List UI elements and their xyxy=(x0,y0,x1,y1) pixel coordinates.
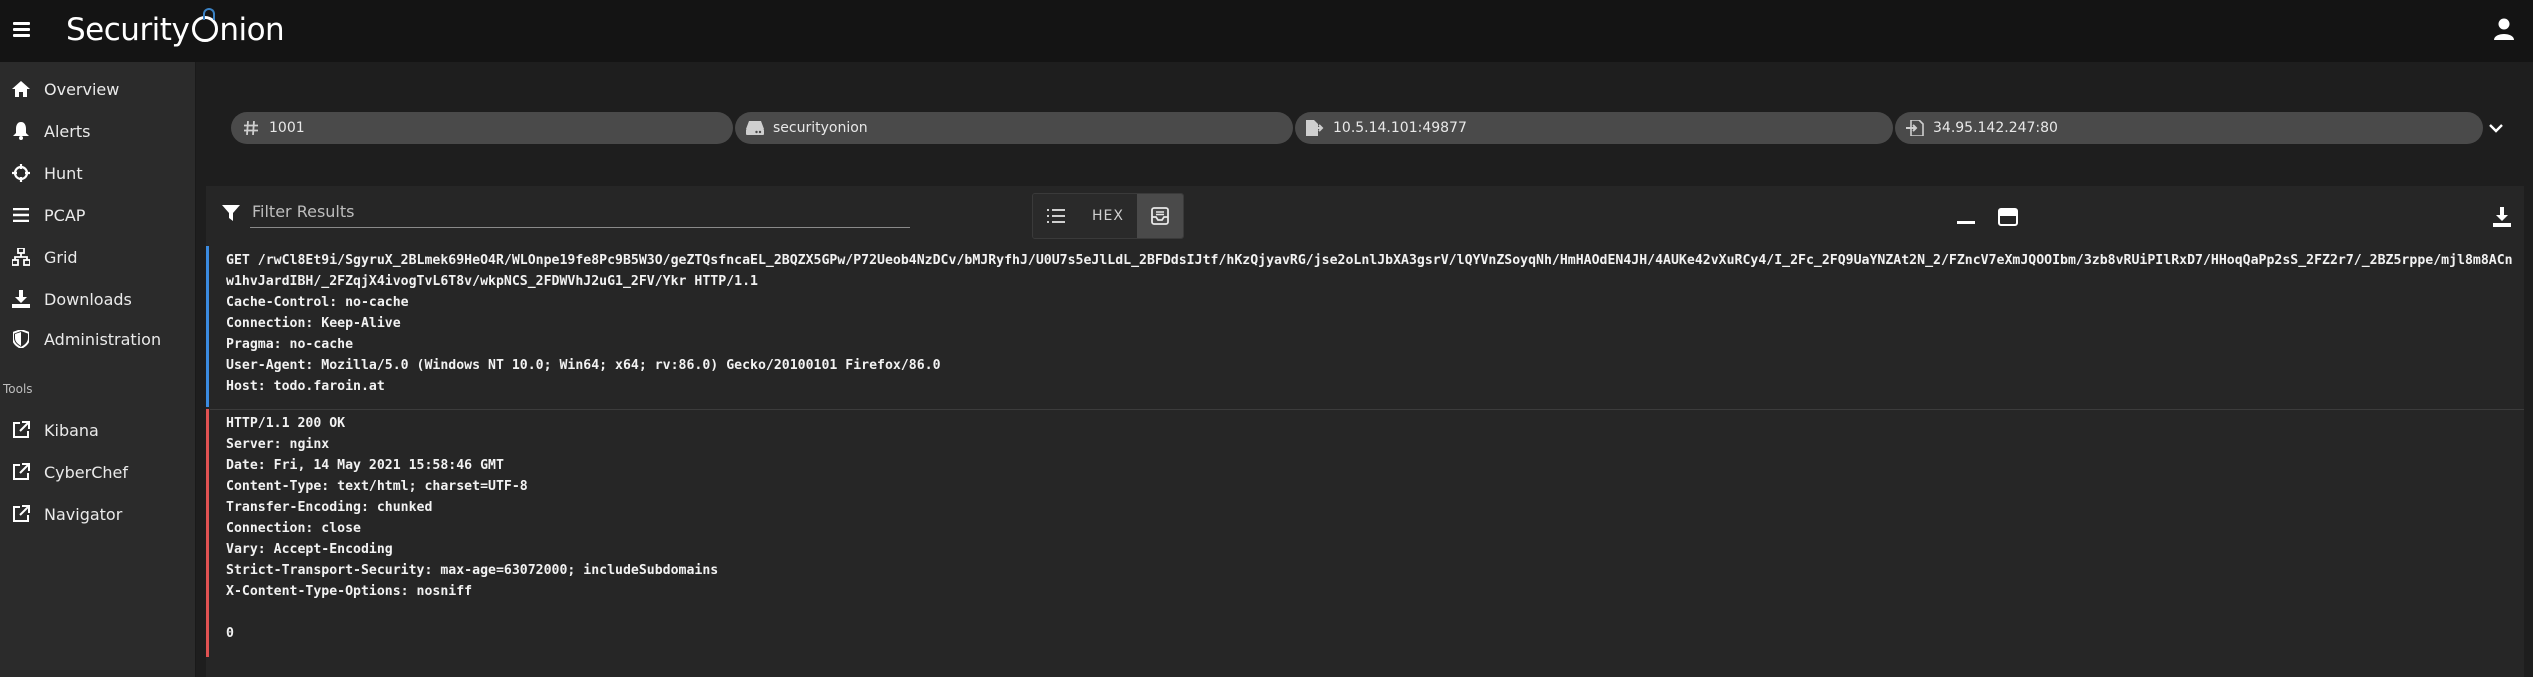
sidebar-item-alerts[interactable]: Alerts xyxy=(0,113,196,149)
sidebar-item-label: CyberChef xyxy=(44,462,129,482)
server-icon xyxy=(745,118,765,138)
response-header: Content-Type: text/html; charset=UTF-8 xyxy=(226,479,528,494)
request-header: Connection: Keep-Alive xyxy=(226,316,401,331)
sidebar-item-label: Kibana xyxy=(44,420,99,440)
filter-results-input[interactable] xyxy=(250,196,910,228)
hash-icon xyxy=(241,118,261,138)
response-header: Transfer-Encoding: chunked xyxy=(226,500,433,515)
response-header: Vary: Accept-Encoding xyxy=(226,542,393,557)
session-chips: 1001 securityonion 10.5.14.101:49877 34.… xyxy=(231,112,2511,144)
response-body: 0 xyxy=(226,626,234,641)
window-icon[interactable] xyxy=(1996,206,2020,228)
request-line: GET /rwCl8Et9i/SgyruX_2BLmek69HeO4R/WLOn… xyxy=(226,253,2513,289)
request-header: Cache-Control: no-cache xyxy=(226,295,409,310)
sidebar-item-pcap[interactable]: PCAP xyxy=(0,197,196,233)
response-status-line: HTTP/1.1 200 OK xyxy=(226,416,346,431)
menu-icon[interactable] xyxy=(13,17,33,45)
sidebar-nav: Overview Alerts Hunt PCAP Grid Downloads xyxy=(0,62,196,677)
chip-text: 1001 xyxy=(269,120,305,136)
external-link-icon xyxy=(11,462,31,482)
view-transcript-button[interactable] xyxy=(1137,194,1183,238)
chip-text: 34.95.142.247:80 xyxy=(1933,120,2058,136)
shield-icon xyxy=(11,329,31,349)
user-account-icon[interactable] xyxy=(2493,18,2515,42)
minimize-icon[interactable] xyxy=(1954,206,1978,228)
logo-text-left: Security xyxy=(66,12,190,48)
crosshairs-icon xyxy=(11,163,31,183)
list-icon xyxy=(1047,209,1065,223)
list-icon xyxy=(11,205,31,225)
sidebar-item-navigator[interactable]: Navigator xyxy=(0,496,196,532)
response-header: X-Content-Type-Options: nosniff xyxy=(226,584,473,599)
download-icon xyxy=(11,289,31,309)
view-mode-toggle: HEX xyxy=(1032,193,1184,239)
server-response-block: HTTP/1.1 200 OK Server: nginx Date: Fri,… xyxy=(206,409,2524,657)
view-list-button[interactable] xyxy=(1033,194,1079,238)
filter-icon xyxy=(222,205,240,221)
pcap-toolbar: HEX xyxy=(206,186,2524,246)
chip-destination: 34.95.142.247:80 xyxy=(1895,112,2483,144)
sidebar-item-grid[interactable]: Grid xyxy=(0,239,196,275)
main-content: 1001 securityonion 10.5.14.101:49877 34.… xyxy=(197,62,2533,677)
top-app-bar: Security nion xyxy=(0,0,2533,62)
chip-text: securityonion xyxy=(773,120,868,136)
response-header: Server: nginx xyxy=(226,437,330,452)
response-blank-line xyxy=(226,602,2524,623)
sidebar-item-label: Overview xyxy=(44,79,120,99)
pcap-transcript: GET /rwCl8Et9i/SgyruX_2BLmek69HeO4R/WLOn… xyxy=(206,246,2524,657)
security-onion-logo[interactable]: Security nion xyxy=(66,8,285,48)
chip-source: 10.5.14.101:49877 xyxy=(1295,112,1893,144)
logo-text-right: nion xyxy=(219,12,285,48)
tools-section-label: Tools xyxy=(3,382,33,396)
sidebar-item-label: Navigator xyxy=(44,504,123,524)
external-link-icon xyxy=(11,504,31,524)
bell-icon xyxy=(11,121,31,141)
inbox-icon xyxy=(1151,207,1169,225)
sidebar-item-overview[interactable]: Overview xyxy=(0,71,196,107)
sidebar-item-label: Downloads xyxy=(44,289,132,309)
sitemap-icon xyxy=(11,247,31,267)
chip-job-id: 1001 xyxy=(231,112,733,144)
file-export-icon xyxy=(1305,118,1325,138)
response-header: Strict-Transport-Security: max-age=63072… xyxy=(226,563,719,578)
external-link-icon xyxy=(11,420,31,440)
chip-sensor: securityonion xyxy=(735,112,1293,144)
chevron-down-icon[interactable] xyxy=(2484,116,2508,140)
request-header: Host: todo.faroin.at xyxy=(226,379,385,394)
response-header: Connection: close xyxy=(226,521,361,536)
sidebar-item-label: Alerts xyxy=(44,121,91,141)
sidebar-item-downloads[interactable]: Downloads xyxy=(0,281,196,317)
response-header: Date: Fri, 14 May 2021 15:58:46 GMT xyxy=(226,458,504,473)
request-header: User-Agent: Mozilla/5.0 (Windows NT 10.0… xyxy=(226,358,941,373)
view-hex-button[interactable]: HEX xyxy=(1079,194,1137,238)
sidebar-item-kibana[interactable]: Kibana xyxy=(0,412,196,448)
sidebar-item-cyberchef[interactable]: CyberChef xyxy=(0,454,196,490)
chip-text: 10.5.14.101:49877 xyxy=(1333,120,1467,136)
sidebar-item-label: PCAP xyxy=(44,205,86,225)
sidebar-item-label: Administration xyxy=(44,329,162,349)
sidebar-item-hunt[interactable]: Hunt xyxy=(0,155,196,191)
file-import-icon xyxy=(1905,118,1925,138)
request-header: Pragma: no-cache xyxy=(226,337,354,352)
pcap-panel: HEX GET /rwCl8Et9i/SgyruX_2BLmek69HeO4R/… xyxy=(206,186,2524,677)
download-icon[interactable] xyxy=(2490,206,2514,228)
sidebar-item-administration[interactable]: Administration xyxy=(0,321,196,357)
sidebar-item-label: Hunt xyxy=(44,163,83,183)
client-request-block: GET /rwCl8Et9i/SgyruX_2BLmek69HeO4R/WLOn… xyxy=(206,246,2524,407)
onion-logo-mark xyxy=(192,8,219,42)
sidebar-item-label: Grid xyxy=(44,247,78,267)
home-icon xyxy=(11,79,31,99)
